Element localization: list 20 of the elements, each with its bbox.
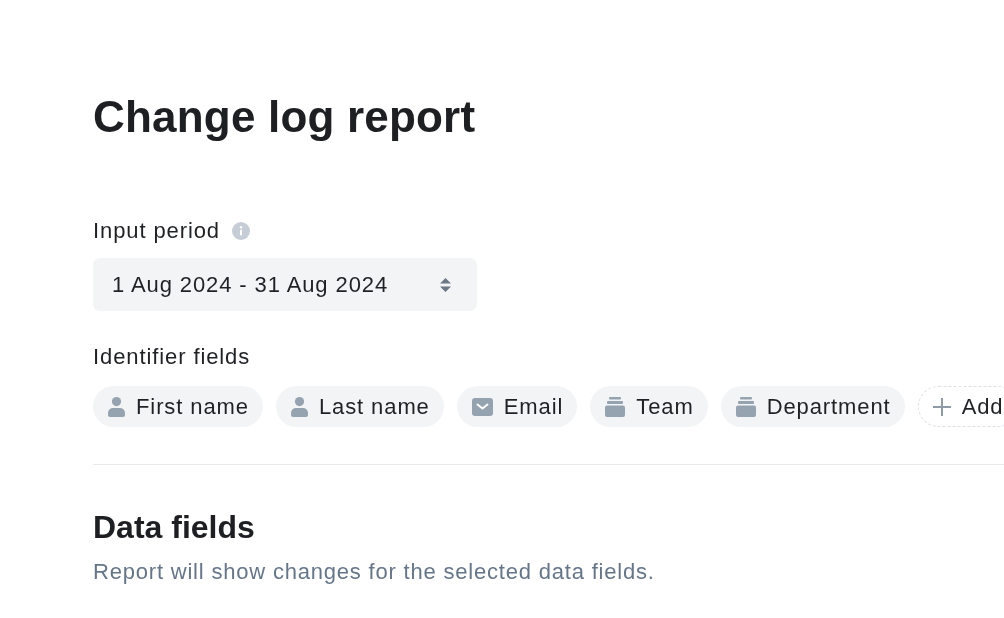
person-icon <box>108 396 125 417</box>
add-button[interactable]: Add <box>917 386 1004 427</box>
stack-icon <box>605 396 626 417</box>
plus-icon <box>932 397 951 416</box>
person-icon <box>290 396 308 417</box>
field-label: Identifier fields <box>93 346 251 368</box>
up-down-caret-icon <box>440 277 451 292</box>
info-icon[interactable] <box>232 222 250 240</box>
field-label: Input period <box>93 220 220 242</box>
envelope-icon <box>471 397 493 416</box>
identifier-chip[interactable]: First name <box>93 386 263 427</box>
stack-icon <box>735 396 756 417</box>
section-description: Report will show changes for the selected data fields. <box>93 561 655 583</box>
identifier-chip[interactable]: Email <box>456 386 578 427</box>
period-select[interactable]: 1 Aug 2024 - 31 Aug 2024 <box>93 258 477 311</box>
identifier-chip[interactable]: Last name <box>275 386 444 427</box>
page-title: Change log report <box>93 95 476 139</box>
identifier-chip[interactable]: Team <box>590 386 708 427</box>
identifier-chip[interactable]: Department <box>720 386 905 427</box>
section-title: Data fields <box>93 511 255 543</box>
